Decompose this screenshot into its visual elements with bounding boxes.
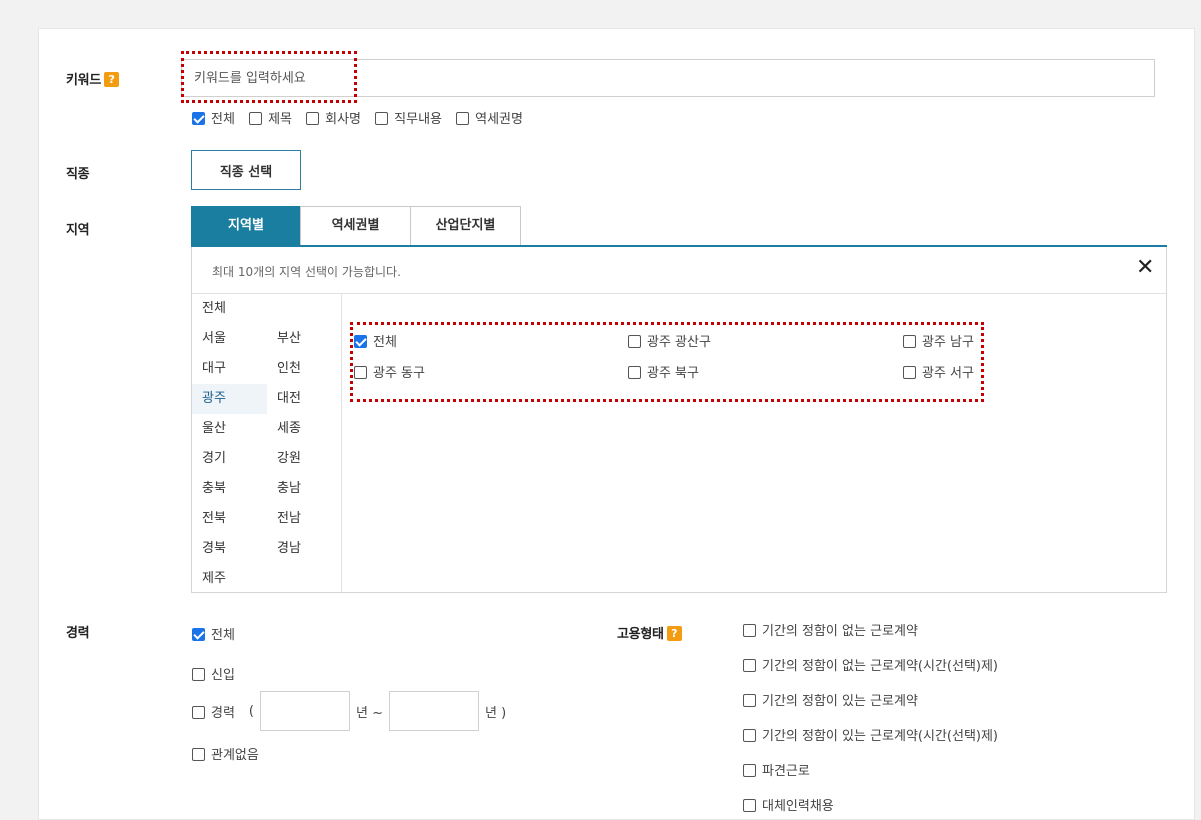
divider [341,294,342,592]
city-item-jeonbuk[interactable]: 전북 [192,504,267,534]
checkbox-icon[interactable] [192,668,205,681]
employment-option[interactable]: 기간의 정함이 없는 근로계약(시간(선택)제) [743,655,998,674]
checkbox-icon[interactable] [743,799,756,812]
checkbox-icon[interactable] [743,659,756,672]
city-item-gwangju[interactable]: 광주 [192,384,267,414]
tab-by-region[interactable]: 지역별 [191,206,301,246]
city-item-daejeon[interactable]: 대전 [267,384,341,414]
checkbox-icon[interactable] [903,366,916,379]
checkbox-icon[interactable] [743,694,756,707]
career-max-years-input[interactable] [389,691,479,731]
scope-title[interactable]: 제목 [249,112,292,127]
career-experienced[interactable]: 경력 [192,702,235,721]
years-end-text: 년 ) [485,705,507,721]
city-item-jeonnam[interactable]: 전남 [267,504,341,534]
city-item-seoul[interactable]: 서울 [192,324,267,354]
city-item-daegu[interactable]: 대구 [192,354,267,384]
city-item-chungnam[interactable]: 충남 [267,474,341,504]
district-buk[interactable]: 광주 북구 [628,362,699,381]
employment-label: 고용형태? [617,623,682,642]
career-none[interactable]: 관계없음 [192,744,259,763]
scope-company[interactable]: 회사명 [306,112,361,127]
career-experienced-row: 경력 ( 년 ~ 년 ) [192,691,506,731]
paren-open: ( [248,703,254,719]
district-nam[interactable]: 광주 남구 [903,331,974,350]
checkbox-icon[interactable] [628,335,641,348]
region-box: 최대 10개의 지역 선택이 가능합니다. ✕ 전체 서울 부산 대구 인천 광… [191,247,1167,593]
employment-option[interactable]: 대체인력채용 [743,795,834,814]
search-panel: 키워드? 전체 제목 회사명 직무내용 역세권명 직종 직종 선택 지역 지역별… [38,28,1195,820]
city-item-all[interactable]: 전체 [192,294,267,324]
job-label: 직종 [66,167,90,182]
checkbox-icon[interactable] [628,366,641,379]
employment-option[interactable]: 기간의 정함이 없는 근로계약 [743,620,918,639]
scope-station[interactable]: 역세권명 [456,112,523,127]
city-item-jeju[interactable]: 제주 [192,564,267,594]
checkbox-icon[interactable] [306,112,320,125]
checkbox-icon[interactable] [743,624,756,637]
scope-job-content[interactable]: 직무내용 [375,112,442,127]
job-select-button[interactable]: 직종 선택 [191,150,301,190]
years-to-text: 년 ~ [356,705,383,721]
district-seo[interactable]: 광주 서구 [903,362,974,381]
career-min-years-input[interactable] [260,691,350,731]
district-gwangsan[interactable]: 광주 광산구 [628,331,711,350]
checkbox-icon[interactable] [456,112,470,125]
help-icon[interactable]: ? [103,72,119,87]
city-item-gyeongnam[interactable]: 경남 [267,534,341,564]
district-all[interactable]: 전체 [354,331,397,350]
career-label: 경력 [66,626,90,641]
city-item-gyeongbuk[interactable]: 경북 [192,534,267,564]
city-item-busan[interactable]: 부산 [267,324,341,354]
city-item-incheon[interactable]: 인천 [267,354,341,384]
employment-option[interactable]: 기간의 정함이 있는 근로계약 [743,690,918,709]
employment-option[interactable]: 기간의 정함이 있는 근로계약(시간(선택)제) [743,725,998,744]
career-all[interactable]: 전체 [192,624,235,643]
tab-by-station[interactable]: 역세권별 [300,206,411,246]
checkbox-checked-icon[interactable] [192,112,205,125]
checkbox-icon[interactable] [375,112,389,125]
checkbox-icon[interactable] [743,729,756,742]
employment-option[interactable]: 파견근로 [743,760,810,779]
checkbox-icon[interactable] [192,705,205,719]
city-item-sejong[interactable]: 세종 [267,414,341,444]
city-item-ulsan[interactable]: 울산 [192,414,267,444]
checkbox-checked-icon[interactable] [192,628,205,641]
career-newbie[interactable]: 신입 [192,664,235,683]
keyword-scope-group: 전체 제목 회사명 직무내용 역세권명 [192,108,523,127]
checkbox-icon[interactable] [354,366,367,379]
checkbox-icon[interactable] [743,764,756,777]
city-item-gangwon[interactable]: 강원 [267,444,341,474]
keyword-input[interactable] [181,59,1155,97]
checkbox-checked-icon[interactable] [354,335,367,348]
district-dong[interactable]: 광주 동구 [354,362,425,381]
city-item-chungbuk[interactable]: 충북 [192,474,267,504]
scope-all[interactable]: 전체 [192,112,235,127]
keyword-label: 키워드? [66,69,119,88]
region-notice: 최대 10개의 지역 선택이 가능합니다. [212,265,401,279]
checkbox-icon[interactable] [249,112,263,125]
checkbox-icon[interactable] [903,335,916,348]
city-item-gyeonggi[interactable]: 경기 [192,444,267,474]
help-icon[interactable]: ? [666,626,682,641]
divider [192,293,1166,294]
tab-by-industrial-complex[interactable]: 산업단지별 [410,206,521,246]
close-icon[interactable]: ✕ [1136,255,1154,281]
checkbox-icon[interactable] [192,748,205,761]
region-label: 지역 [66,223,90,238]
